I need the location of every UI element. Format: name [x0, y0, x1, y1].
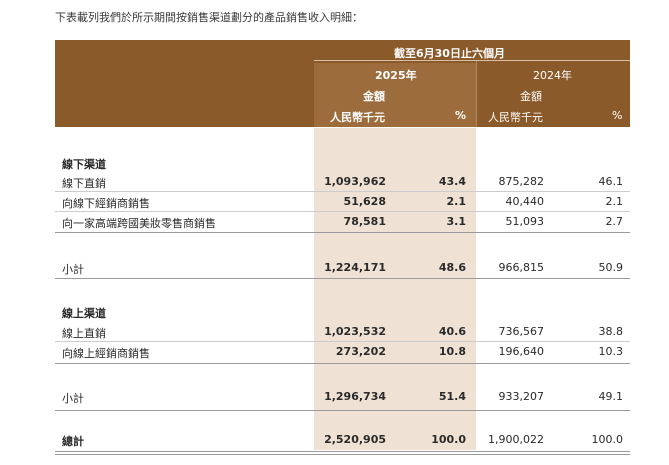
amount-2024: 875,282 — [498, 175, 545, 188]
row-divider — [55, 341, 630, 342]
pct-2024: 100.0 — [591, 433, 624, 446]
period-label: 截至6月30日止六個月 — [394, 47, 505, 60]
total-rule — [55, 451, 630, 452]
amount-2025: 1,093,962 — [324, 175, 386, 188]
amount-2024: 1,900,022 — [488, 433, 544, 446]
unit-label-2024: 人民幣千元 — [488, 111, 543, 124]
pct-2025: 3.1 — [446, 215, 467, 228]
pct-label-2025: % — [455, 109, 467, 122]
section-title-online: 線上渠道 — [62, 307, 106, 320]
row-label: 小計 — [62, 392, 84, 405]
amount-2025: 1,296,734 — [324, 390, 386, 403]
intro-text: 下表載列我們於所示期間按銷售渠道劃分的產品銷售收入明細： — [55, 11, 363, 24]
amount-2025: 51,628 — [343, 195, 386, 208]
section-divider — [55, 232, 630, 233]
section-divider — [55, 410, 630, 411]
pct-2024: 2.1 — [605, 195, 624, 208]
row-label: 總計 — [62, 435, 84, 448]
row-divider — [55, 191, 630, 192]
amount-2025: 1,224,171 — [324, 261, 386, 274]
amount-2025: 2,520,905 — [324, 433, 386, 446]
row-label: 小計 — [62, 263, 84, 276]
amount-label-2025: 金額 — [363, 90, 385, 103]
pct-2025: 43.4 — [438, 175, 466, 188]
total-double-rule — [55, 454, 630, 455]
header-rule — [314, 60, 630, 61]
amount-2024: 196,640 — [498, 345, 545, 358]
amount-2025: 78,581 — [343, 215, 386, 228]
section-title-offline: 線下渠道 — [62, 158, 106, 171]
amount-2024: 51,093 — [505, 215, 545, 228]
amount-2024: 736,567 — [498, 325, 545, 338]
pct-2025: 51.4 — [438, 390, 466, 403]
pct-label-2024: % — [612, 109, 623, 122]
pct-2024: 49.1 — [598, 390, 624, 403]
amount-2024: 933,207 — [498, 390, 545, 403]
amount-2024: 966,815 — [498, 261, 545, 274]
row-label: 線下直銷 — [62, 177, 106, 190]
row-label: 線上直銷 — [62, 327, 106, 340]
unit-label-2025: 人民幣千元 — [330, 111, 385, 124]
pct-2025: 10.8 — [438, 345, 466, 358]
pct-2025: 2.1 — [446, 195, 467, 208]
section-divider — [55, 278, 630, 279]
pct-2025: 48.6 — [438, 261, 466, 274]
pct-2024: 10.3 — [598, 345, 624, 358]
amount-2024: 40,440 — [505, 195, 545, 208]
row-divider — [55, 211, 630, 212]
header-divider — [476, 61, 477, 127]
pct-2024: 2.7 — [605, 215, 624, 228]
row-label: 向線上經銷商銷售 — [62, 347, 150, 360]
pct-2024: 50.9 — [598, 261, 624, 274]
table-header: 截至6月30日止六個月 2025年 2024年 金額 金額 人民幣千元 % 人民… — [55, 40, 630, 127]
pct-2025: 40.6 — [438, 325, 466, 338]
amount-label-2024: 金額 — [520, 90, 542, 103]
section-divider — [55, 363, 630, 364]
amount-2025: 273,202 — [335, 345, 386, 358]
pct-2025: 100.0 — [431, 433, 466, 446]
year-2024-label: 2024年 — [533, 69, 572, 82]
row-label: 向一家高端跨國美妝零售商銷售 — [62, 217, 216, 230]
amount-2025: 1,023,532 — [324, 325, 386, 338]
pct-2024: 38.8 — [598, 325, 624, 338]
pct-2024: 46.1 — [598, 175, 624, 188]
year-2025-label: 2025年 — [375, 69, 417, 82]
row-label: 向線下經銷商銷售 — [62, 197, 150, 210]
